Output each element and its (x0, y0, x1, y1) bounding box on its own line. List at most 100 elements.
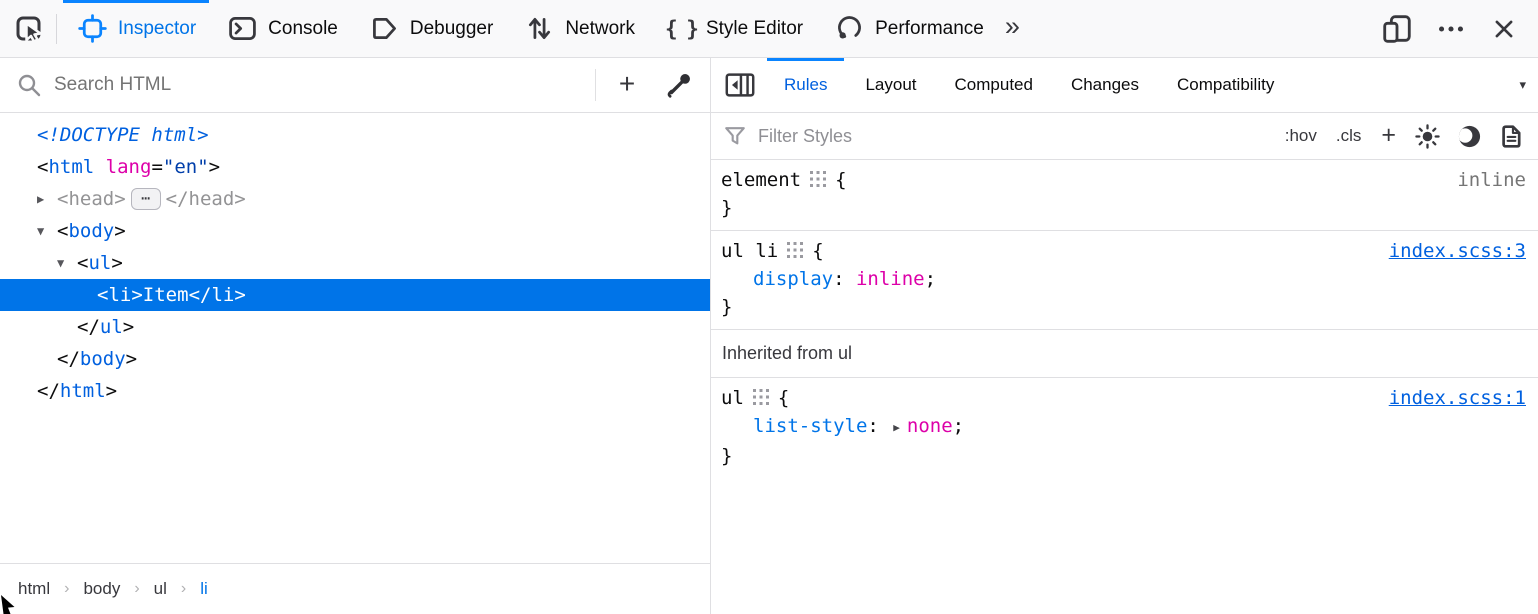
css-property-value[interactable]: inline (856, 268, 925, 290)
tab-performance[interactable]: Performance (818, 0, 999, 57)
code-token: </ (37, 380, 60, 402)
tab-network[interactable]: Network (508, 0, 650, 57)
print-media-icon (1499, 124, 1524, 149)
collapsed-children-badge[interactable]: ⋯ (131, 188, 161, 210)
light-scheme-simulation-button[interactable] (1415, 124, 1440, 149)
css-property-name[interactable]: list-style (753, 415, 867, 437)
markup-code: <head>⋯</head> (57, 188, 246, 210)
colon: : (867, 415, 890, 437)
dark-scheme-simulation-button[interactable] (1457, 124, 1482, 149)
stylesheet-link[interactable]: index.scss:3 (1389, 240, 1526, 262)
markup-row[interactable]: </html> (0, 375, 710, 407)
tab-debugger[interactable]: Debugger (353, 0, 508, 57)
breadcrumb-item-html[interactable]: html (18, 579, 50, 599)
add-rule-icon: + (1375, 121, 1402, 152)
eyedropper-button[interactable] (658, 64, 700, 106)
menu-icon (1434, 12, 1468, 46)
sidebar-tab-computed[interactable]: Computed (936, 58, 1052, 112)
search-row-divider (595, 69, 596, 101)
semicolon: ; (925, 268, 936, 290)
add-rule-button[interactable]: + (1375, 121, 1402, 152)
css-property-value[interactable]: none (907, 415, 953, 437)
breadcrumb-item-ul[interactable]: ul (154, 579, 167, 599)
responsive-design-mode-button[interactable] (1380, 12, 1414, 46)
markup-row[interactable]: <li>Item</li> (0, 279, 710, 311)
markup-row[interactable]: </ul> (0, 311, 710, 343)
pseudo-class-panel-button[interactable]: :hov (1280, 126, 1322, 146)
tab-label: Console (268, 18, 338, 40)
node-picker-button[interactable] (6, 6, 52, 52)
code-token: </ (57, 348, 80, 370)
sidebar-tab-layout[interactable]: Layout (846, 58, 935, 112)
twisty-icon[interactable]: ▼ (57, 256, 77, 270)
markup-code: </body> (57, 348, 137, 370)
close-devtools-button[interactable] (1488, 13, 1520, 45)
filter-styles-input[interactable] (756, 125, 1271, 148)
css-rule: ul li{index.scss:3display: inline;} (711, 231, 1538, 330)
breadcrumb-item-li[interactable]: li (200, 579, 208, 599)
value-expander-icon[interactable]: ▶ (893, 421, 900, 434)
chevron-double-icon: » (999, 11, 1032, 46)
markup-row[interactable]: ▼<body> (0, 215, 710, 247)
stylesheet-link[interactable]: index.scss:1 (1389, 387, 1526, 409)
code-token: "en" (163, 156, 209, 178)
tab-label: Debugger (410, 18, 493, 40)
filter-styles-row: :hov .cls + (711, 113, 1538, 160)
breadcrumb-item-body[interactable]: body (83, 579, 120, 599)
color-scheme-buttons (1415, 124, 1524, 149)
tab-style-editor[interactable]: { } Style Editor (650, 0, 818, 57)
tab-label: Network (565, 18, 635, 40)
rule-selector[interactable]: ul (721, 387, 744, 409)
rule-selector-line: ul li{index.scss:3 (721, 237, 1526, 265)
tab-console[interactable]: Console (211, 0, 353, 57)
rule-selector[interactable]: element (721, 169, 801, 191)
sidebar-tabs-overflow-button[interactable]: ▾ (1507, 77, 1538, 93)
sidebar-tab-compatibility[interactable]: Compatibility (1158, 58, 1293, 112)
markup-row[interactable]: <html lang="en"> (0, 151, 710, 183)
sidebar-tab-rules[interactable]: Rules (765, 58, 846, 112)
code-token: > (126, 348, 137, 370)
dotted-grid-glyph (753, 389, 769, 405)
three-pane-toggle-icon (723, 68, 757, 102)
sidebar-tab-label: Layout (865, 75, 916, 95)
css-property-name[interactable]: display (753, 268, 833, 290)
markup-code: <li>Item</li> (97, 284, 246, 306)
markup-code: <body> (57, 220, 126, 242)
menu-button[interactable] (1434, 12, 1468, 46)
sidebar-tab-changes[interactable]: Changes (1052, 58, 1158, 112)
toggle-3-pane-button[interactable] (723, 68, 757, 102)
markup-row[interactable]: ▶<head>⋯</head> (0, 183, 710, 215)
open-brace: { (778, 387, 789, 409)
css-declaration[interactable]: list-style: ▶ none; (721, 412, 1526, 442)
close-brace-line: } (721, 194, 1526, 222)
selector-highlighter-icon[interactable] (753, 389, 769, 405)
twisty-icon[interactable]: ▼ (37, 224, 57, 238)
selector-highlighter-icon[interactable] (810, 171, 826, 187)
create-node-button[interactable]: + (606, 68, 648, 103)
css-declaration[interactable]: display: inline; (721, 265, 1526, 293)
responsive-design-mode-icon (1380, 12, 1414, 46)
markup-code: </ul> (77, 316, 134, 338)
code-token: > (114, 220, 125, 242)
code-token: > (131, 284, 142, 306)
sidebar-tab-label: Compatibility (1177, 75, 1274, 95)
firefox-devtools-window: Inspector Console Debugger Network { } (0, 0, 1538, 614)
tab-inspector[interactable]: Inspector (61, 0, 211, 57)
markup-code: </html> (37, 380, 117, 402)
console-icon (226, 12, 259, 45)
search-html-input[interactable] (52, 73, 585, 97)
sun-icon (1415, 124, 1440, 149)
semicolon: ; (953, 415, 964, 437)
print-simulation-button[interactable] (1499, 124, 1524, 149)
selector-highlighter-icon[interactable] (787, 242, 803, 258)
breadcrumb-separator-icon: › (64, 580, 69, 598)
class-panel-button[interactable]: .cls (1331, 126, 1367, 146)
rule-location: index.scss:3 (1389, 237, 1526, 265)
more-tools-button[interactable]: » (999, 11, 1032, 46)
twisty-icon[interactable]: ▶ (37, 192, 57, 206)
breadcrumb-separator-icon: › (134, 580, 139, 598)
markup-row[interactable]: ▼<ul> (0, 247, 710, 279)
rule-selector[interactable]: ul li (721, 240, 778, 262)
markup-row[interactable]: </body> (0, 343, 710, 375)
markup-row[interactable]: <!DOCTYPE html> (0, 119, 710, 151)
